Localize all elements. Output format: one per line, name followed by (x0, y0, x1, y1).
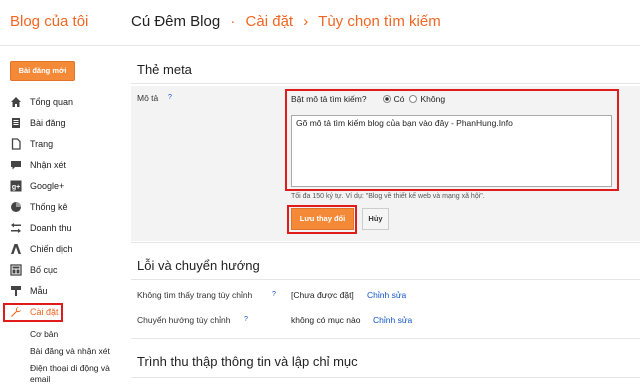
sidebar-item-settings[interactable]: Cài đặt (0, 301, 122, 322)
radio-yes-label[interactable]: Có (394, 94, 405, 104)
errors-divider (131, 279, 640, 280)
custom-404-label: Không tìm thấy trang tùy chỉnh (137, 290, 253, 300)
settings-highlight-box (3, 303, 63, 322)
stats-icon (10, 201, 22, 213)
sidebar-item-label: Trang (30, 138, 54, 149)
custom-redirects-help-icon[interactable]: ? (244, 316, 248, 323)
sidebar-item-label: Bài đăng (30, 117, 66, 128)
svg-text:g+: g+ (12, 184, 20, 191)
errors-section-title: Lỗi và chuyển hướng (137, 258, 260, 273)
sidebar-item-google-plus[interactable]: g+ Google+ (0, 175, 122, 196)
breadcrumb: Cú Đêm Blog · Cài đặt › Tùy chọn tìm kiế… (131, 13, 441, 30)
save-button[interactable]: Lưu thay đổi (291, 208, 354, 230)
sidebar-item-label: Google+ (30, 180, 65, 191)
sidebar-item-posts[interactable]: Bài đăng (0, 112, 122, 133)
sidebar-item-campaigns[interactable]: Chiến dịch (0, 238, 122, 259)
sidebar-item-stats[interactable]: Thống kê (0, 196, 122, 217)
sidebar-item-comments[interactable]: Nhận xét (0, 154, 122, 175)
template-icon (10, 285, 22, 297)
sidebar: Bài đăng mới Tổng quan Bài đăng Trang Nh… (0, 47, 122, 386)
sidebar-subitem-mobile-email[interactable]: Điện thoại di động và email (0, 363, 122, 385)
description-hint: Tối đa 150 ký tự. Ví dụ: "Blog về thiết … (291, 193, 485, 200)
sidebar-item-label: Doanh thu (30, 222, 72, 233)
sidebar-item-label: Mẫu (30, 285, 48, 296)
crawl-divider-top (131, 338, 640, 339)
sidebar-item-label: Nhận xét (30, 159, 67, 170)
sidebar-subitem-posts-comments[interactable]: Bài đăng và nhận xét (0, 346, 122, 357)
sidebar-item-label: Chiến dịch (30, 243, 73, 254)
pages-icon (10, 137, 22, 150)
sidebar-item-pages[interactable]: Trang (0, 133, 122, 154)
google-plus-icon: g+ (10, 180, 22, 192)
sidebar-item-label: Tổng quan (30, 96, 74, 107)
breadcrumb-settings[interactable]: Cài đặt (246, 13, 294, 30)
sidebar-item-layout[interactable]: Bố cục (0, 259, 122, 280)
radio-no-label[interactable]: Không (420, 94, 445, 104)
posts-icon (10, 117, 22, 129)
custom-404-edit-link[interactable]: Chỉnh sửa (367, 290, 406, 300)
enable-description-row: Bật mô tả tìm kiếm? Có Không (291, 94, 445, 104)
blog-name[interactable]: Cú Đêm Blog (131, 13, 220, 30)
earnings-icon (10, 222, 22, 234)
custom-404-value: [Chưa được đặt] (291, 290, 354, 300)
radio-no[interactable] (409, 95, 418, 103)
new-post-button[interactable]: Bài đăng mới (10, 61, 75, 81)
breadcrumb-arrow: › (303, 13, 309, 30)
errors-divider-top (131, 242, 640, 243)
sidebar-item-label: Thống kê (30, 201, 68, 212)
sidebar-item-label: Bố cục (30, 264, 58, 275)
meta-divider (131, 83, 640, 84)
sidebar-item-overview[interactable]: Tổng quan (0, 91, 122, 112)
top-bar: Blog của tôi Cú Đêm Blog · Cài đặt › Tùy… (0, 0, 640, 46)
description-textarea[interactable]: Gõ mô tả tìm kiếm blog của bạn vào đây -… (291, 115, 612, 187)
sidebar-subitem-basic[interactable]: Cơ bản (0, 329, 122, 340)
custom-redirects-edit-link[interactable]: Chỉnh sửa (373, 315, 412, 325)
custom-404-help-icon[interactable]: ? (272, 291, 276, 298)
radio-yes[interactable] (382, 95, 391, 103)
description-label: Mô tả (137, 93, 159, 103)
sidebar-nav: Tổng quan Bài đăng Trang Nhận xét g+ Goo… (0, 91, 122, 386)
breadcrumb-separator: · (230, 13, 236, 30)
custom-redirects-value: không có mục nào (291, 315, 361, 325)
custom-redirects-label: Chuyển hướng tùy chỉnh (137, 315, 231, 325)
my-blogs-link[interactable]: Blog của tôi (10, 13, 88, 30)
crawl-section-title: Trình thu thập thông tin và lập chỉ mục (137, 354, 358, 369)
sidebar-item-template[interactable]: Mẫu (0, 280, 122, 301)
cancel-button[interactable]: Hủy (362, 208, 389, 230)
campaign-icon (10, 243, 22, 255)
comments-icon (10, 159, 22, 171)
meta-section-title: Thẻ meta (137, 62, 192, 77)
layout-icon (10, 263, 22, 276)
home-icon (10, 96, 22, 108)
enable-description-question: Bật mô tả tìm kiếm? (291, 94, 367, 104)
crawl-divider (131, 377, 640, 378)
sidebar-item-earnings[interactable]: Doanh thu (0, 217, 122, 238)
description-help-icon[interactable]: ? (168, 94, 172, 101)
breadcrumb-current: Tùy chọn tìm kiếm (318, 13, 441, 30)
